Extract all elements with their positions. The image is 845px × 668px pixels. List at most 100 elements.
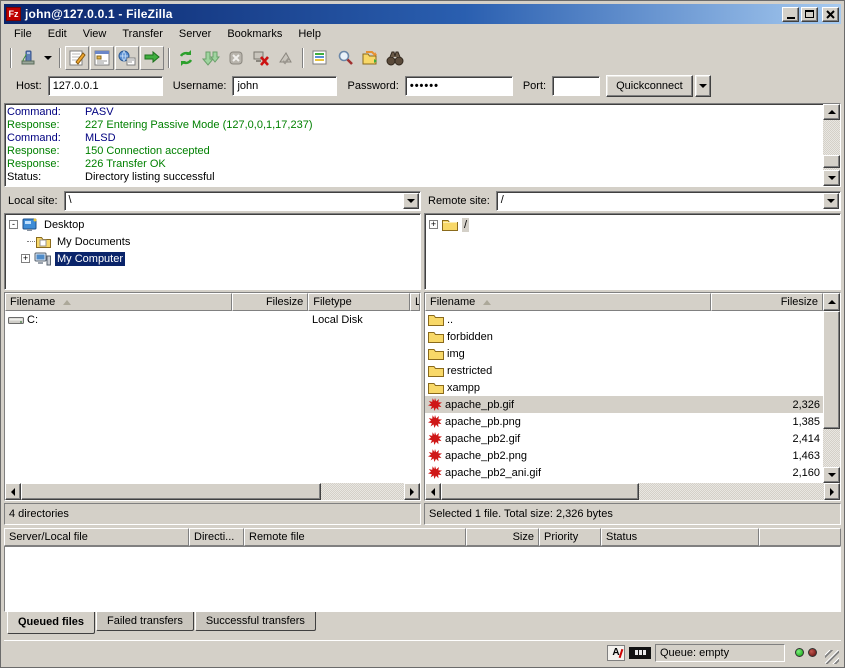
synchronized-browsing-button[interactable] [358,46,382,70]
scrollbar-thumb[interactable] [21,483,321,500]
menu-help[interactable]: Help [290,26,329,42]
directory-comparison-button[interactable] [383,46,407,70]
minimize-button[interactable] [782,7,799,22]
remote-site-combobox[interactable]: / [496,191,841,211]
toggle-transfer-queue-button[interactable] [140,46,164,70]
queue-list[interactable] [4,546,841,612]
scrollbar-track[interactable] [441,483,824,500]
column-header-remote-file[interactable]: Remote file [244,528,466,546]
file-row[interactable]: xampp [425,379,823,396]
tree-item-my-documents[interactable]: My Documents [5,233,420,250]
toggle-message-log-button[interactable] [65,46,89,70]
file-row-selected[interactable]: apache_pb.gif 2,326 [425,396,823,413]
tab-successful-transfers[interactable]: Successful transfers [195,612,316,631]
scroll-down-button[interactable] [823,467,840,483]
search-icon [336,49,354,67]
scroll-up-button[interactable] [823,104,840,120]
host-input[interactable] [48,76,163,96]
tree-item-root[interactable]: + / [425,216,840,233]
filter-icon [311,49,329,67]
tab-failed-transfers[interactable]: Failed transfers [96,612,194,631]
password-input[interactable] [405,76,513,96]
column-header-last-modified[interactable]: L [410,293,420,311]
tree-item-my-computer[interactable]: + My Computer [5,250,420,267]
local-site-combobox[interactable]: \ [64,191,421,211]
toggle-remote-tree-button[interactable] [115,46,139,70]
username-input[interactable] [232,76,337,96]
file-row[interactable]: forbidden [425,328,823,345]
remote-site-dropdown[interactable] [823,193,839,209]
site-manager-dropdown[interactable] [41,46,55,70]
close-button[interactable] [822,7,839,22]
column-header-size[interactable]: Size [466,528,539,546]
column-header-direction[interactable]: Directi... [189,528,244,546]
file-row[interactable]: restricted [425,362,823,379]
column-header-priority[interactable]: Priority [539,528,601,546]
file-row[interactable]: .. [425,311,823,328]
open-site-manager-button[interactable] [16,46,40,70]
process-queue-button[interactable] [199,46,223,70]
column-header-filename[interactable]: Filename [5,293,232,311]
column-header-filename[interactable]: Filename [425,293,711,311]
local-site-dropdown[interactable] [403,193,419,209]
file-row[interactable]: apache_pb.png 1,385 [425,413,823,430]
local-horizontal-scrollbar[interactable] [5,483,420,500]
receive-activity-led [795,648,804,657]
sort-ascending-icon [63,300,71,305]
scrollbar-thumb[interactable] [823,155,840,168]
file-name: C: [27,314,38,326]
scroll-right-button[interactable] [404,483,420,500]
maximize-button[interactable] [801,7,818,22]
menu-bookmarks[interactable]: Bookmarks [219,26,290,42]
expand-toggle[interactable]: + [429,220,438,229]
tab-queued-files[interactable]: Queued files [7,612,95,634]
menu-view[interactable]: View [75,26,115,42]
disconnect-button[interactable] [249,46,273,70]
scrollbar-track[interactable] [823,120,840,170]
port-input[interactable] [552,76,600,96]
file-row[interactable]: img [425,345,823,362]
quickconnect-button[interactable]: Quickconnect [606,75,693,97]
cancel-operation-button[interactable] [224,46,248,70]
refresh-file-lists-button[interactable] [174,46,198,70]
file-row-c-drive[interactable]: C: Local Disk [5,311,420,328]
toggle-local-tree-button[interactable] [90,46,114,70]
quickconnect-dropdown[interactable] [695,75,711,97]
file-name: apache_pb2.gif [445,433,520,445]
scroll-left-button[interactable] [425,483,441,500]
tree-item-desktop[interactable]: - Desktop [5,216,420,233]
scrollbar-track[interactable] [823,311,840,467]
column-header-filesize[interactable]: Filesize [232,293,308,311]
local-list-body: C: Local Disk [5,311,420,483]
expand-toggle[interactable]: + [21,254,30,263]
menu-file[interactable]: File [6,26,40,42]
filename-filters-button[interactable] [308,46,332,70]
collapse-toggle[interactable]: - [9,220,18,229]
scroll-right-button[interactable] [824,483,840,500]
column-header-server-local-file[interactable]: Server/Local file [4,528,189,546]
scrollbar-thumb[interactable] [823,311,840,429]
scroll-left-button[interactable] [5,483,21,500]
menu-server[interactable]: Server [171,26,219,42]
column-header-filetype[interactable]: Filetype [308,293,410,311]
reconnect-button[interactable] [274,46,298,70]
log-line: Response:150 Connection accepted [7,145,823,158]
menu-transfer[interactable]: Transfer [114,26,171,42]
file-row[interactable]: apache_pb2_ani.gif 2,160 [425,464,823,481]
log-lines: Command:PASV Response:227 Entering Passi… [5,104,823,186]
scroll-up-button[interactable] [823,293,840,311]
column-header-status[interactable]: Status [601,528,759,546]
column-header-filesize[interactable]: Filesize [711,293,823,311]
scroll-down-button[interactable] [823,170,840,186]
file-search-button[interactable] [333,46,357,70]
menu-edit[interactable]: Edit [40,26,75,42]
file-row[interactable]: apache_pb2.gif 2,414 [425,430,823,447]
remote-horizontal-scrollbar[interactable] [425,483,840,500]
file-row[interactable]: apache_pb2.png 1,463 [425,447,823,464]
log-scrollbar[interactable] [823,104,840,186]
resize-grip[interactable] [825,650,839,664]
scrollbar-track[interactable] [21,483,404,500]
remote-vertical-scrollbar[interactable] [823,311,840,483]
log-line: Response:227 Entering Passive Mode (127,… [7,119,823,132]
scrollbar-thumb[interactable] [441,483,639,500]
